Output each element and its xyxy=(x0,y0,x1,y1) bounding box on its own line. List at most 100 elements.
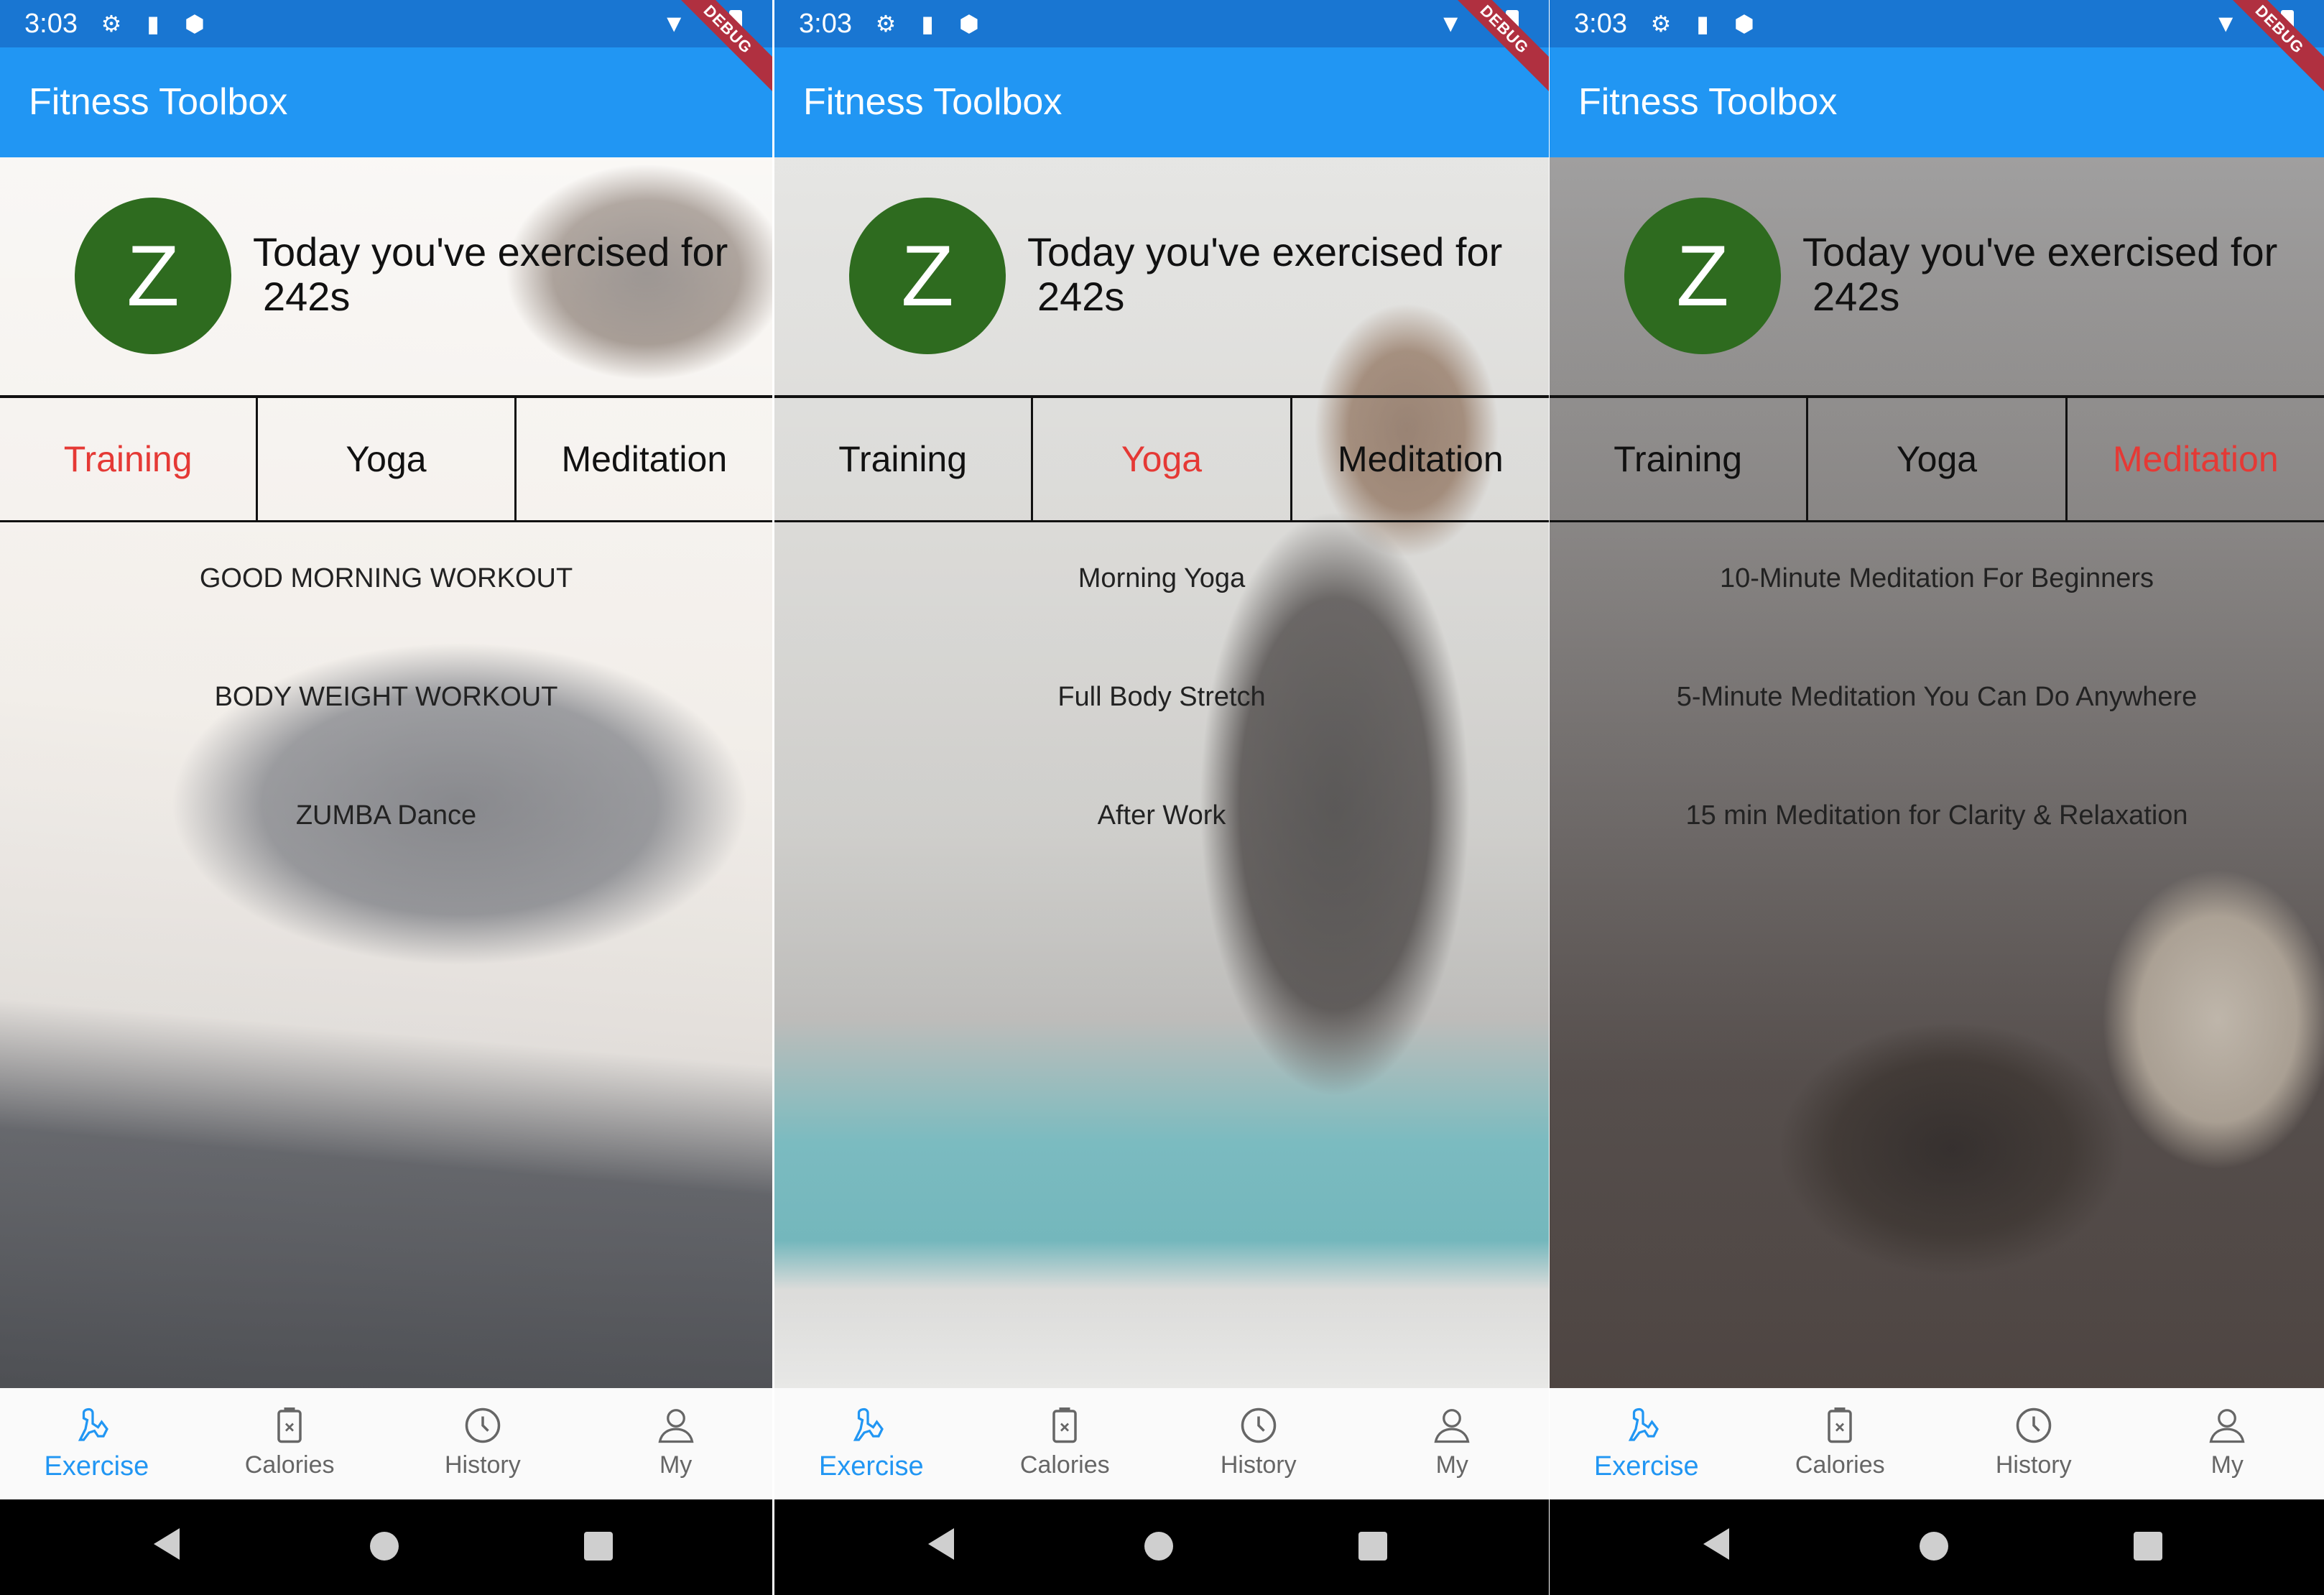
settings-icon: ⚙ xyxy=(101,11,122,37)
app-bar: Fitness Toolbox xyxy=(1550,47,2324,157)
nav-my[interactable]: My xyxy=(1356,1388,1550,1499)
calories-icon xyxy=(1818,1404,1861,1447)
list-item[interactable]: 10-Minute Meditation For Beginners xyxy=(1550,532,2324,650)
list-item[interactable]: 15 min Meditation for Clarity & Relaxati… xyxy=(1550,769,2324,887)
list-item[interactable]: Full Body Stretch xyxy=(774,650,1549,769)
back-icon[interactable] xyxy=(154,1528,180,1560)
tab-yoga[interactable]: Yoga xyxy=(258,398,517,520)
wifi-icon: ▼ xyxy=(662,10,686,37)
nav-my[interactable]: My xyxy=(2131,1388,2324,1499)
exercise-summary: Today you've exercised for 242s xyxy=(1802,230,2277,319)
tab-meditation[interactable]: Meditation xyxy=(2068,398,2324,520)
tab-yoga[interactable]: Yoga xyxy=(1033,398,1292,520)
nav-calories[interactable]: Calories xyxy=(193,1388,386,1499)
list-item[interactable]: BODY WEIGHT WORKOUT xyxy=(0,650,772,769)
list-item[interactable]: After Work xyxy=(774,769,1549,887)
recents-icon[interactable] xyxy=(2134,1532,2162,1561)
nav-my[interactable]: My xyxy=(579,1388,772,1499)
nav-label: History xyxy=(444,1451,521,1479)
nav-exercise[interactable]: Exercise xyxy=(774,1388,968,1499)
shield-icon: ⬢ xyxy=(185,11,205,37)
status-time: 3:03 xyxy=(799,9,852,39)
history-icon xyxy=(1237,1404,1280,1447)
home-icon[interactable] xyxy=(1920,1532,1948,1561)
recents-icon[interactable] xyxy=(1358,1532,1387,1561)
exercise-icon xyxy=(75,1404,118,1447)
category-tabs: Training Yoga Meditation xyxy=(1550,395,2324,522)
bottom-navigation: Exercise Calories History My xyxy=(1550,1388,2324,1499)
system-navigation xyxy=(1550,1499,2324,1595)
summary-seconds: 242s xyxy=(263,274,351,319)
nav-label: History xyxy=(1995,1451,2072,1479)
back-icon[interactable] xyxy=(1703,1528,1729,1560)
nav-calories[interactable]: Calories xyxy=(1744,1388,1938,1499)
summary-text: Today you've exercised for xyxy=(253,229,728,274)
nav-label: My xyxy=(659,1451,693,1479)
wifi-icon: ▼ xyxy=(1438,10,1463,37)
tab-yoga[interactable]: Yoga xyxy=(1808,398,2068,520)
status-bar: 3:03 ⚙ ▮ ⬢ ▼ xyxy=(774,0,1549,47)
list-item[interactable]: Morning Yoga xyxy=(774,532,1549,650)
exercise-summary: Today you've exercised for 242s xyxy=(253,230,728,319)
status-bar: 3:03 ⚙ ▮ ⬢ ▼ xyxy=(1550,0,2324,47)
bottom-navigation: Exercise Calories History My xyxy=(774,1388,1549,1499)
nav-history[interactable]: History xyxy=(1937,1388,2131,1499)
wifi-icon: ▼ xyxy=(2213,10,2238,37)
nav-label: My xyxy=(2210,1451,2244,1479)
sd-card-icon: ▮ xyxy=(147,11,159,37)
shield-icon: ⬢ xyxy=(1734,11,1754,37)
person-icon xyxy=(654,1404,698,1447)
back-icon[interactable] xyxy=(928,1528,954,1560)
nav-label: History xyxy=(1220,1451,1297,1479)
settings-icon: ⚙ xyxy=(875,11,897,37)
home-icon[interactable] xyxy=(1144,1532,1173,1561)
calories-icon xyxy=(268,1404,311,1447)
nav-exercise[interactable]: Exercise xyxy=(0,1388,193,1499)
nav-history[interactable]: History xyxy=(1162,1388,1356,1499)
tab-training[interactable]: Training xyxy=(0,398,259,520)
app-bar: Fitness Toolbox xyxy=(774,47,1549,157)
nav-calories[interactable]: Calories xyxy=(968,1388,1162,1499)
status-time: 3:03 xyxy=(1574,9,1627,39)
list-item[interactable]: 5-Minute Meditation You Can Do Anywhere xyxy=(1550,650,2324,769)
tab-training[interactable]: Training xyxy=(1550,398,1809,520)
settings-icon: ⚙ xyxy=(1650,11,1672,37)
status-time: 3:03 xyxy=(24,9,78,39)
sd-card-icon: ▮ xyxy=(921,11,934,37)
app-bar: Fitness Toolbox xyxy=(0,47,772,157)
app-title: Fitness Toolbox xyxy=(29,81,288,123)
screen-training: 3:03 ⚙ ▮ ⬢ ▼ Fitness Toolbox DEBUG Z Tod… xyxy=(0,0,772,1595)
app-title: Fitness Toolbox xyxy=(1578,81,1838,123)
home-icon[interactable] xyxy=(370,1532,399,1561)
app-title: Fitness Toolbox xyxy=(803,81,1063,123)
exercise-summary: Today you've exercised for 242s xyxy=(1027,230,1502,319)
avatar[interactable]: Z xyxy=(1624,198,1781,354)
nav-label: Calories xyxy=(1795,1451,1885,1479)
recents-icon[interactable] xyxy=(584,1532,613,1561)
list-item[interactable]: ZUMBA Dance xyxy=(0,769,772,887)
exercise-icon xyxy=(1625,1404,1668,1447)
nav-history[interactable]: History xyxy=(386,1388,580,1499)
tab-training[interactable]: Training xyxy=(774,398,1034,520)
history-icon xyxy=(461,1404,504,1447)
nav-label: Exercise xyxy=(1593,1451,1699,1481)
system-navigation xyxy=(0,1499,772,1595)
history-icon xyxy=(2012,1404,2055,1447)
nav-label: Exercise xyxy=(44,1451,149,1481)
nav-label: Exercise xyxy=(818,1451,924,1481)
calories-icon xyxy=(1043,1404,1086,1447)
tab-meditation[interactable]: Meditation xyxy=(517,398,772,520)
category-tabs: Training Yoga Meditation xyxy=(0,395,772,522)
summary-seconds: 242s xyxy=(1813,274,1900,319)
screen-yoga: 3:03 ⚙ ▮ ⬢ ▼ Fitness Toolbox DEBUG Z Tod… xyxy=(774,0,1549,1595)
status-bar: 3:03 ⚙ ▮ ⬢ ▼ xyxy=(0,0,772,47)
nav-exercise[interactable]: Exercise xyxy=(1550,1388,1744,1499)
exercise-list: GOOD MORNING WORKOUT BODY WEIGHT WORKOUT… xyxy=(0,532,772,887)
summary-text: Today you've exercised for xyxy=(1027,229,1503,274)
avatar[interactable]: Z xyxy=(849,198,1006,354)
list-item[interactable]: GOOD MORNING WORKOUT xyxy=(0,532,772,650)
bottom-navigation: Exercise Calories History My xyxy=(0,1388,772,1499)
tab-meditation[interactable]: Meditation xyxy=(1292,398,1549,520)
avatar[interactable]: Z xyxy=(75,198,231,354)
system-navigation xyxy=(774,1499,1549,1595)
